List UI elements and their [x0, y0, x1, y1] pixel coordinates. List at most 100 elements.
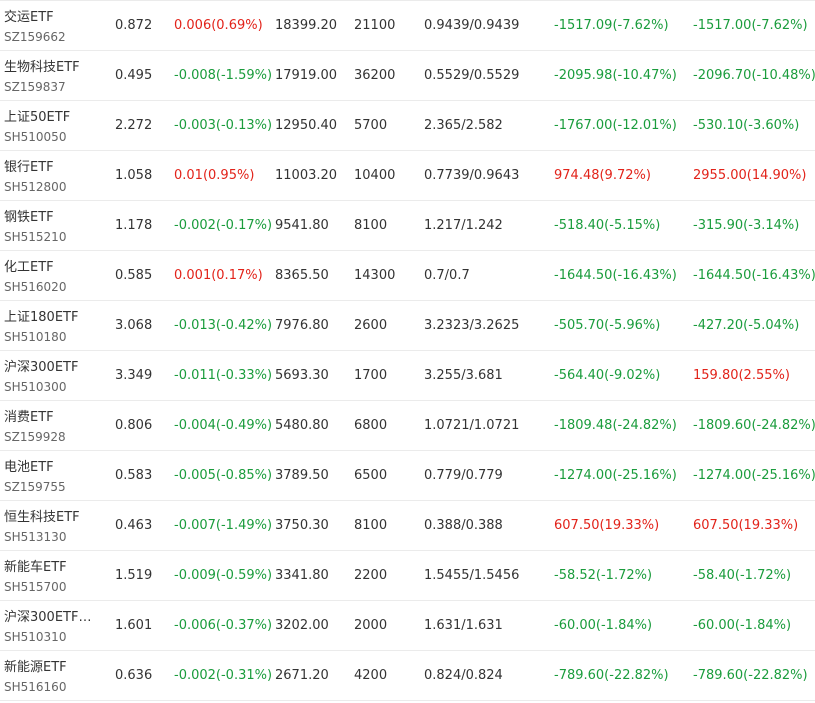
cost-price: 0.9439/0.9439	[424, 18, 520, 33]
price-change: -0.006(-0.37%)	[174, 618, 273, 633]
holding-quantity: 2600	[354, 318, 388, 333]
fund-code: SH512800	[4, 180, 67, 194]
holding-row[interactable]: 恒生科技ETF SH513130 0.463 -0.007(-1.49%) 37…	[0, 501, 815, 551]
market-value: 8365.50	[275, 268, 329, 283]
cost-price: 0.388/0.388	[424, 518, 503, 533]
floating-profit-loss: -1517.09(-7.62%)	[554, 18, 669, 33]
current-price: 1.601	[115, 618, 153, 633]
price-change: 0.006(0.69%)	[174, 18, 263, 33]
fund-code: SH516160	[4, 680, 67, 694]
holding-row[interactable]: 钢铁ETF SH515210 1.178 -0.002(-0.17%) 9541…	[0, 201, 815, 251]
holding-row[interactable]: 化工ETF SH516020 0.585 0.001(0.17%) 8365.5…	[0, 251, 815, 301]
price-change: -0.007(-1.49%)	[174, 518, 273, 533]
floating-profit-loss: -1809.48(-24.82%)	[554, 418, 677, 433]
total-profit-loss: 2955.00(14.90%)	[693, 168, 807, 183]
fund-name[interactable]: 交运ETF	[4, 6, 104, 25]
fund-name-cell: 钢铁ETF SH515210	[4, 201, 104, 250]
market-value: 2671.20	[275, 668, 329, 683]
floating-profit-loss: 974.48(9.72%)	[554, 168, 651, 183]
price-change: -0.008(-1.59%)	[174, 68, 273, 83]
total-profit-loss: -58.40(-1.72%)	[693, 568, 792, 583]
fund-name[interactable]: 消费ETF	[4, 406, 104, 425]
holding-row[interactable]: 新能源ETF SH516160 0.636 -0.002(-0.31%) 267…	[0, 651, 815, 701]
floating-profit-loss: -789.60(-22.82%)	[554, 668, 669, 683]
fund-code: SH510310	[4, 630, 67, 644]
fund-name[interactable]: 钢铁ETF	[4, 206, 104, 225]
fund-name[interactable]: 化工ETF	[4, 256, 104, 275]
holding-row[interactable]: 上证50ETF SH510050 2.272 -0.003(-0.13%) 12…	[0, 101, 815, 151]
price-change: -0.004(-0.49%)	[174, 418, 273, 433]
holdings-table: 交运ETF SZ159662 0.872 0.006(0.69%) 18399.…	[0, 0, 815, 701]
fund-name[interactable]: 新能源ETF	[4, 656, 104, 675]
market-value: 5693.30	[275, 368, 329, 383]
total-profit-loss: 159.80(2.55%)	[693, 368, 790, 383]
fund-name-cell: 银行ETF SH512800	[4, 151, 104, 200]
fund-name-cell: 交运ETF SZ159662	[4, 1, 104, 50]
holding-row[interactable]: 交运ETF SZ159662 0.872 0.006(0.69%) 18399.…	[0, 1, 815, 51]
cost-price: 0.779/0.779	[424, 468, 503, 483]
current-price: 3.068	[115, 318, 153, 333]
holding-quantity: 4200	[354, 668, 388, 683]
current-price: 1.178	[115, 218, 153, 233]
fund-name[interactable]: 新能车ETF	[4, 556, 104, 575]
market-value: 12950.40	[275, 118, 338, 133]
floating-profit-loss: -1644.50(-16.43%)	[554, 268, 677, 283]
fund-name[interactable]: 银行ETF	[4, 156, 104, 175]
fund-name[interactable]: 上证180ETF	[4, 306, 104, 325]
holding-row[interactable]: 生物科技ETF SZ159837 0.495 -0.008(-1.59%) 17…	[0, 51, 815, 101]
market-value: 7976.80	[275, 318, 329, 333]
current-price: 2.272	[115, 118, 153, 133]
total-profit-loss: -315.90(-3.14%)	[693, 218, 800, 233]
holding-quantity: 14300	[354, 268, 396, 283]
cost-price: 1.631/1.631	[424, 618, 503, 633]
fund-name[interactable]: 沪深300ETF…	[4, 606, 104, 625]
holding-row[interactable]: 电池ETF SZ159755 0.583 -0.005(-0.85%) 3789…	[0, 451, 815, 501]
market-value: 5480.80	[275, 418, 329, 433]
price-change: -0.002(-0.31%)	[174, 668, 273, 683]
holding-row[interactable]: 上证180ETF SH510180 3.068 -0.013(-0.42%) 7…	[0, 301, 815, 351]
holding-quantity: 36200	[354, 68, 396, 83]
current-price: 3.349	[115, 368, 153, 383]
fund-code: SH515700	[4, 580, 67, 594]
fund-code: SH516020	[4, 280, 67, 294]
floating-profit-loss: -2095.98(-10.47%)	[554, 68, 677, 83]
price-change: -0.003(-0.13%)	[174, 118, 273, 133]
fund-code: SH510180	[4, 330, 67, 344]
total-profit-loss: -2096.70(-10.48%)	[693, 68, 815, 83]
fund-code: SZ159662	[4, 30, 66, 44]
price-change: -0.011(-0.33%)	[174, 368, 273, 383]
holding-row[interactable]: 银行ETF SH512800 1.058 0.01(0.95%) 11003.2…	[0, 151, 815, 201]
total-profit-loss: 607.50(19.33%)	[693, 518, 799, 533]
floating-profit-loss: -518.40(-5.15%)	[554, 218, 661, 233]
current-price: 0.585	[115, 268, 153, 283]
fund-code: SZ159928	[4, 430, 66, 444]
fund-name[interactable]: 电池ETF	[4, 456, 104, 475]
holding-quantity: 5700	[354, 118, 388, 133]
total-profit-loss: -789.60(-22.82%)	[693, 668, 808, 683]
holding-row[interactable]: 沪深300ETF SH510300 3.349 -0.011(-0.33%) 5…	[0, 351, 815, 401]
holding-quantity: 2200	[354, 568, 388, 583]
price-change: -0.005(-0.85%)	[174, 468, 273, 483]
holding-row[interactable]: 沪深300ETF… SH510310 1.601 -0.006(-0.37%) …	[0, 601, 815, 651]
current-price: 1.058	[115, 168, 153, 183]
fund-name[interactable]: 上证50ETF	[4, 106, 104, 125]
holding-row[interactable]: 新能车ETF SH515700 1.519 -0.009(-0.59%) 334…	[0, 551, 815, 601]
market-value: 3750.30	[275, 518, 329, 533]
fund-name[interactable]: 恒生科技ETF	[4, 506, 104, 525]
total-profit-loss: -427.20(-5.04%)	[693, 318, 800, 333]
fund-name-cell: 新能车ETF SH515700	[4, 551, 104, 600]
holding-quantity: 8100	[354, 218, 388, 233]
price-change: 0.01(0.95%)	[174, 168, 255, 183]
price-change: 0.001(0.17%)	[174, 268, 263, 283]
holding-row[interactable]: 消费ETF SZ159928 0.806 -0.004(-0.49%) 5480…	[0, 401, 815, 451]
fund-code: SH513130	[4, 530, 67, 544]
total-profit-loss: -60.00(-1.84%)	[693, 618, 792, 633]
cost-price: 0.7/0.7	[424, 268, 470, 283]
market-value: 11003.20	[275, 168, 338, 183]
fund-name[interactable]: 沪深300ETF	[4, 356, 104, 375]
floating-profit-loss: -60.00(-1.84%)	[554, 618, 653, 633]
market-value: 3202.00	[275, 618, 329, 633]
fund-name[interactable]: 生物科技ETF	[4, 56, 104, 75]
total-profit-loss: -1274.00(-25.16%)	[693, 468, 815, 483]
fund-code: SH510050	[4, 130, 67, 144]
